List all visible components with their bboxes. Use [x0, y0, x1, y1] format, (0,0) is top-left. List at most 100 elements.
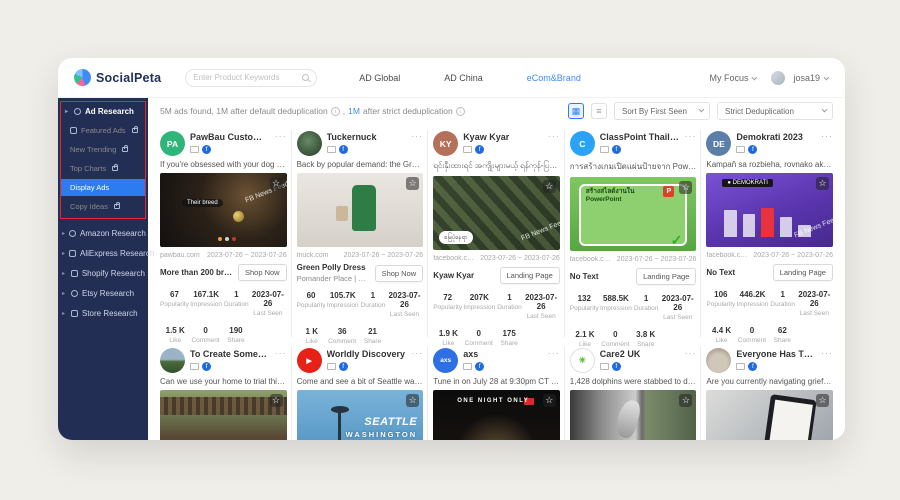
- display-ad-icon: [190, 363, 199, 370]
- my-focus-menu[interactable]: My Focus: [709, 73, 755, 83]
- sidebar-item-featured-ads[interactable]: Featured Ads: [61, 122, 145, 139]
- more-options-button[interactable]: ···: [275, 348, 287, 358]
- advertiser-name[interactable]: Care2 UK: [600, 348, 680, 359]
- favorite-star-icon[interactable]: ☆: [679, 181, 692, 194]
- avatar[interactable]: C: [570, 131, 595, 156]
- advertiser-name[interactable]: Kyaw Kyar: [463, 131, 543, 142]
- domain-row: facebook.com/**0... 2023-07-26 ~ 2023-07…: [433, 255, 560, 262]
- avatar[interactable]: [297, 131, 322, 156]
- cta-button[interactable]: Shop Now: [375, 265, 424, 282]
- advertiser-name[interactable]: PawBau Custom Jewelry: [190, 131, 270, 142]
- domain[interactable]: facebook.com/10...: [706, 252, 749, 259]
- more-options-button[interactable]: ···: [548, 131, 560, 141]
- ad-image[interactable]: ☆ ONE NIGHT ONLY: [433, 390, 560, 440]
- results-count-text: 5M ads found, 1M after default deduplica…: [160, 106, 328, 116]
- info-icon[interactable]: [456, 107, 465, 116]
- cta-button[interactable]: Landing Page: [773, 264, 833, 281]
- avatar[interactable]: PA: [160, 131, 185, 156]
- favorite-star-icon[interactable]: ☆: [270, 177, 283, 190]
- brand-logo[interactable]: SocialPeta: [74, 69, 161, 86]
- account-menu[interactable]: josa19: [793, 73, 827, 83]
- sidebar-item-new-trending[interactable]: New Trending: [61, 141, 145, 158]
- nav-ad-global[interactable]: AD Global: [359, 73, 400, 83]
- sidebar-item-display-ads[interactable]: Display Ads: [61, 179, 145, 196]
- more-options-button[interactable]: ···: [821, 131, 833, 141]
- more-options-button[interactable]: ···: [275, 131, 287, 141]
- favorite-star-icon[interactable]: ☆: [816, 177, 829, 190]
- favorite-star-icon[interactable]: ☆: [406, 177, 419, 190]
- avatar[interactable]: ✳: [570, 348, 595, 373]
- duration-value: 1: [360, 291, 386, 300]
- list-view-button[interactable]: ≡: [591, 103, 607, 119]
- domain-row: facebook.com/10... 2023-07-26 ~ 2023-07-…: [706, 252, 833, 259]
- sidebar-item-aliexpress-research[interactable]: ▸ AliExpress Research: [58, 243, 148, 263]
- domain[interactable]: facebook.com/**0...: [433, 255, 476, 262]
- ad-image[interactable]: ☆ Their breed FB News Feed: [160, 173, 287, 247]
- ad-image[interactable]: ☆ ● DEMOKRATI FB News Feed: [706, 173, 833, 247]
- cta-button[interactable]: Shop Now: [238, 264, 287, 281]
- badge-icon: [70, 127, 77, 134]
- more-options-button[interactable]: ···: [411, 131, 423, 141]
- favorite-star-icon[interactable]: ☆: [679, 394, 692, 407]
- sidebar-item-shopify-research[interactable]: ▸ Shopify Research: [58, 263, 148, 283]
- more-options-button[interactable]: ···: [821, 348, 833, 358]
- ad-image[interactable]: ☆: [570, 390, 697, 440]
- nav-ecom-brand[interactable]: eCom&Brand: [527, 73, 581, 83]
- sidebar-item-ad-research[interactable]: ▸ Ad Research: [61, 102, 145, 120]
- product-search-input[interactable]: Enter Product Keywords: [185, 69, 317, 87]
- ad-image[interactable]: ☆ မြေပုံနေရာ FB News Feed: [433, 176, 560, 250]
- advertiser-name[interactable]: ClassPoint Thailand: [600, 131, 680, 142]
- more-options-button[interactable]: ···: [548, 348, 560, 358]
- sort-select[interactable]: Sort By First Seen: [614, 102, 710, 120]
- advertiser-name[interactable]: Worldly Discovery: [327, 348, 407, 359]
- card-header: KY Kyaw Kyar ···: [433, 131, 560, 156]
- avatar[interactable]: [706, 348, 731, 373]
- ad-image[interactable]: ☆ SEATTLE WASHINGTON: [297, 390, 424, 440]
- sidebar-item-etsy-research[interactable]: ▸ Etsy Research: [58, 283, 148, 303]
- domain[interactable]: tnuck.com: [297, 252, 329, 259]
- advertiser-name[interactable]: Tuckernuck: [327, 131, 407, 142]
- avatar[interactable]: axs: [433, 348, 458, 373]
- nav-ad-china[interactable]: AD China: [444, 73, 483, 83]
- dedup-select[interactable]: Strict Deduplication: [717, 102, 833, 120]
- favorite-star-icon[interactable]: ☆: [816, 394, 829, 407]
- ad-image[interactable]: ☆ สร้างสไลด์งานใน PowerPoint P✓: [570, 177, 697, 251]
- cta-button[interactable]: Landing Page: [500, 267, 560, 284]
- advertiser-name[interactable]: Demokrati 2023: [736, 131, 816, 142]
- ad-image[interactable]: ☆: [297, 173, 424, 247]
- favorite-star-icon[interactable]: ☆: [543, 180, 556, 193]
- favorite-star-icon[interactable]: ☆: [270, 394, 283, 407]
- grid-view-button[interactable]: ▦: [568, 103, 584, 119]
- more-options-button[interactable]: ···: [411, 348, 423, 358]
- sidebar-item-copy-ideas[interactable]: Copy Ideas: [61, 198, 145, 215]
- popularity-value: 106: [706, 290, 735, 299]
- advertiser-name[interactable]: axs: [463, 348, 543, 359]
- impression-value: 446.2K: [735, 290, 769, 299]
- avatar[interactable]: [160, 348, 185, 373]
- info-icon[interactable]: [331, 107, 340, 116]
- user-avatar[interactable]: [771, 71, 785, 85]
- favorite-star-icon[interactable]: ☆: [543, 394, 556, 407]
- ad-image[interactable]: ☆: [706, 390, 833, 440]
- ad-card: Tuckernuck ··· Back by popular demand: t…: [297, 126, 424, 333]
- sidebar-item-top-charts[interactable]: Top Charts: [61, 160, 145, 177]
- comment-value: 0: [190, 326, 220, 335]
- advertiser-name[interactable]: To Create Something Exceptio...: [190, 348, 270, 359]
- card-header: Tuckernuck ···: [297, 131, 424, 156]
- product-title: Kyaw Kyar: [433, 271, 474, 280]
- cta-button[interactable]: Landing Page: [636, 268, 696, 285]
- card-header: Everyone Has The Freedom To... ···: [706, 348, 833, 373]
- more-options-button[interactable]: ···: [684, 348, 696, 358]
- ad-image[interactable]: ☆: [160, 390, 287, 440]
- avatar[interactable]: DE: [706, 131, 731, 156]
- avatar[interactable]: ▶: [297, 348, 322, 373]
- strict-count: 1M: [348, 106, 360, 116]
- sidebar-item-amazon-research[interactable]: ▸ Amazon Research: [58, 223, 148, 243]
- avatar[interactable]: KY: [433, 131, 458, 156]
- domain[interactable]: facebook.com/11...: [570, 256, 613, 263]
- advertiser-name[interactable]: Everyone Has The Freedom To...: [736, 348, 816, 359]
- more-options-button[interactable]: ···: [684, 131, 696, 141]
- sidebar-item-store-research[interactable]: ▸ Store Research: [58, 303, 148, 323]
- favorite-star-icon[interactable]: ☆: [406, 394, 419, 407]
- domain[interactable]: pawbau.com: [160, 252, 200, 259]
